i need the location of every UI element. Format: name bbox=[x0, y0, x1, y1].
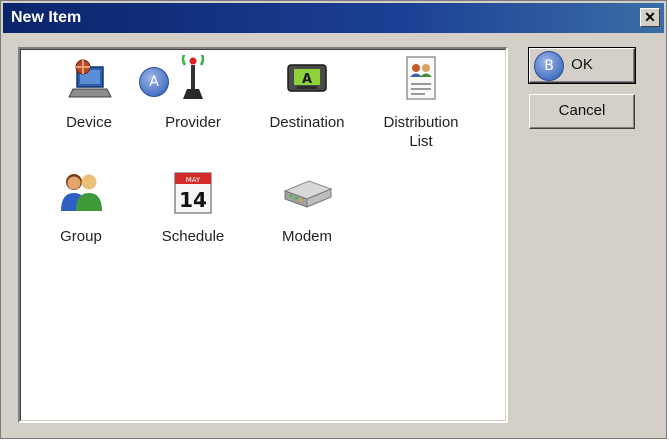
item-group[interactable]: Group bbox=[26, 169, 136, 246]
item-destination[interactable]: A Destination bbox=[252, 55, 362, 132]
cancel-button[interactable]: Cancel bbox=[529, 94, 635, 129]
dialog-title: New Item bbox=[11, 9, 82, 26]
callout-a: A bbox=[139, 67, 169, 97]
title-bar[interactable]: New Item ✕ bbox=[3, 3, 664, 33]
item-label: Distribution List bbox=[383, 114, 459, 150]
item-type-list[interactable]: Device Provider A Destination Distributi… bbox=[18, 47, 508, 423]
item-label: Modem bbox=[281, 228, 333, 245]
user-group-icon bbox=[53, 169, 109, 221]
contact-list-document-icon bbox=[393, 55, 449, 107]
item-modem[interactable]: Modem bbox=[252, 169, 362, 246]
callout-b: B bbox=[534, 51, 564, 81]
calendar-day: 14 bbox=[179, 188, 207, 212]
close-button[interactable]: ✕ bbox=[640, 8, 660, 27]
pager-display-icon: A bbox=[279, 55, 335, 107]
cancel-button-label: Cancel bbox=[558, 102, 606, 119]
item-device[interactable]: Device bbox=[34, 55, 144, 132]
item-label: Device bbox=[66, 114, 112, 131]
item-schedule[interactable]: MAY 14 Schedule bbox=[138, 169, 248, 246]
ok-button-label: OK bbox=[571, 56, 593, 73]
item-label: Group bbox=[60, 228, 102, 245]
calendar-month: MAY bbox=[186, 176, 201, 184]
modem-icon bbox=[279, 169, 335, 221]
item-distribution-list[interactable]: Distribution List bbox=[366, 55, 476, 151]
antenna-tower-icon bbox=[165, 52, 221, 107]
close-icon: ✕ bbox=[644, 9, 656, 25]
item-label: Provider bbox=[165, 114, 221, 131]
pager-screen-letter: A bbox=[302, 72, 312, 87]
new-item-dialog: New Item ✕ Device Provider A Destination… bbox=[0, 0, 667, 439]
calendar-icon: MAY 14 bbox=[165, 169, 221, 221]
item-label: Destination bbox=[269, 114, 345, 131]
laptop-device-icon bbox=[61, 55, 117, 107]
item-label: Schedule bbox=[161, 228, 225, 245]
